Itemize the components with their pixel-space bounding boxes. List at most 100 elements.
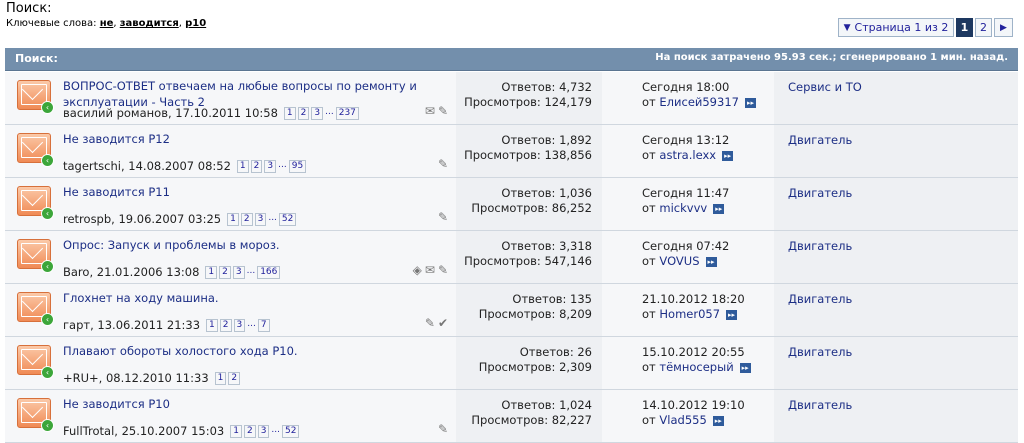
forum-link[interactable]: Сервис и ТО (788, 80, 862, 94)
views-count: Просмотров: 138,856 (464, 148, 592, 162)
forum-link[interactable]: Двигатель (788, 398, 852, 412)
go-to-last-post-icon[interactable]: ▸▸ (739, 362, 751, 373)
thread-meta: FullTrotal, 25.10.2007 15:03 1 2 3... 52 (63, 424, 300, 438)
mini-page-link[interactable]: 1 (283, 106, 296, 120)
mini-page-link[interactable]: 3 (264, 159, 277, 173)
go-to-first-unread-icon[interactable]: ‹ (41, 207, 54, 220)
page-menu-button[interactable]: ▼ Страница 1 из 2 (838, 18, 954, 37)
forum-link[interactable]: Двигатель (788, 239, 852, 253)
thread-title-cell: ‹ Не заводится Р12 tagertschi, 14.08.200… (5, 125, 456, 177)
page-button[interactable]: 2 (975, 18, 992, 37)
thread-page-links: 12 (214, 371, 241, 385)
mini-page-link[interactable]: 3 (311, 106, 324, 120)
go-to-first-unread-icon[interactable]: ‹ (41, 260, 54, 273)
thread-starter[interactable]: tagertschi, 14.08.2007 08:52 (63, 159, 231, 173)
pages-ellipsis: ... (268, 212, 277, 223)
mini-page-link[interactable]: 166 (257, 265, 281, 279)
last-post-user[interactable]: astra.lexx (659, 148, 716, 162)
last-post-cell: Сегодня 18:00 от Елисей59317 ▸▸ (602, 72, 774, 124)
mini-page-link[interactable]: 52 (282, 424, 300, 438)
last-post-user[interactable]: Homer057 (659, 307, 720, 321)
from-label: от (642, 148, 656, 162)
mini-page-link[interactable]: 1 (214, 371, 227, 385)
mini-page-link[interactable]: 237 (335, 106, 359, 120)
mini-page-link[interactable]: 2 (219, 318, 232, 332)
mini-page-link[interactable]: 2 (250, 159, 263, 173)
paperclip-icon: ✎ (437, 210, 448, 224)
check-icon: ✔ (437, 316, 448, 330)
thread-starter[interactable]: василий романов, 17.10.2011 10:58 (63, 106, 278, 120)
mini-page-link[interactable]: 52 (278, 212, 297, 226)
mini-page-link[interactable]: 95 (288, 159, 307, 173)
thread-title-link[interactable]: Глохнет на ходу машина. (63, 290, 443, 306)
mini-page-link[interactable]: 1 (230, 424, 242, 438)
last-post-user[interactable]: mickvvv (659, 201, 707, 215)
last-post-user[interactable]: VOVUS (659, 254, 699, 268)
forum-link[interactable]: Двигатель (788, 292, 852, 306)
thread-title-link[interactable]: Плавают обороты холостого хода Р10. (63, 343, 443, 359)
thread-list: ‹ ВОПРОС-ОТВЕТ отвечаем на любые вопросы… (5, 72, 1018, 443)
last-post-user[interactable]: тёмносерый (659, 360, 733, 374)
mini-page-link[interactable]: 7 (257, 318, 270, 332)
keyword-link[interactable]: p10 (185, 18, 206, 29)
mini-page-link[interactable]: 1 (205, 265, 218, 279)
thread-title-link[interactable]: Не заводится P11 (63, 184, 443, 200)
forum-link[interactable]: Двигатель (788, 133, 852, 147)
mini-page-link[interactable]: 3 (233, 318, 246, 332)
next-page-icon[interactable]: ▶ (994, 18, 1013, 37)
go-to-last-post-icon[interactable]: ▸▸ (712, 415, 724, 426)
go-to-first-unread-icon[interactable]: ‹ (41, 154, 54, 167)
tag-icon: ◈ (412, 263, 422, 277)
go-to-last-post-icon[interactable]: ▸▸ (726, 309, 738, 320)
thread-page-links: 1 2 3... 52 (230, 424, 300, 438)
thread-starter[interactable]: гарт, 13.06.2011 21:33 (63, 318, 200, 332)
go-to-first-unread-icon[interactable]: ‹ (41, 313, 54, 326)
keyword-link[interactable]: не (100, 18, 114, 29)
thread-row: ‹ Не заводится P11 retrospb, 19.06.2007 … (5, 178, 1018, 231)
mini-page-link[interactable]: 1 (206, 318, 218, 332)
go-to-last-post-icon[interactable]: ▸▸ (705, 256, 717, 267)
page-button-current[interactable]: 1 (956, 18, 973, 37)
mini-page-link[interactable]: 2 (240, 212, 253, 226)
mini-page-link[interactable]: 1 (227, 212, 239, 226)
from-label: от (642, 201, 656, 215)
thread-stats-cell: Ответов: 3,318 Просмотров: 547,146 (456, 231, 602, 283)
keyword-link[interactable]: заводится (120, 18, 179, 29)
mini-page-link[interactable]: 3 (254, 212, 267, 226)
last-post-user[interactable]: Елисей59317 (659, 95, 739, 109)
mini-page-link[interactable]: 3 (232, 265, 245, 279)
replies-count: Ответов: 26 (519, 345, 592, 359)
thread-title-link[interactable]: Опрос: Запуск и проблемы в мороз. (63, 237, 443, 253)
replies-count: Ответов: 135 (512, 292, 592, 306)
mini-page-link[interactable]: 1 (236, 159, 249, 173)
forum-link[interactable]: Двигатель (788, 345, 852, 359)
go-to-first-unread-icon[interactable]: ‹ (41, 366, 54, 379)
forum-link[interactable]: Двигатель (788, 186, 852, 200)
keywords-label: Ключевые слова: (6, 18, 97, 29)
go-to-last-post-icon[interactable]: ▸▸ (722, 150, 734, 161)
last-post-cell: Сегодня 11:47 от mickvvv ▸▸ (602, 178, 774, 230)
go-to-first-unread-icon[interactable]: ‹ (41, 101, 54, 114)
thread-starter[interactable]: FullTrotal, 25.10.2007 15:03 (63, 424, 224, 438)
thread-meta: Baro, 21.01.2006 13:08 1 2 3... 166 (63, 265, 281, 279)
thread-stats-cell: Ответов: 1,892 Просмотров: 138,856 (456, 125, 602, 177)
from-label: от (642, 95, 656, 109)
thread-title-link[interactable]: Не заводится Р12 (63, 131, 443, 147)
thread-starter[interactable]: retrospb, 19.06.2007 03:25 (63, 212, 221, 226)
thread-starter[interactable]: Baro, 21.01.2006 13:08 (63, 265, 199, 279)
go-to-last-post-icon[interactable]: ▸▸ (713, 203, 725, 214)
thread-row: ‹ Плавают обороты холостого хода Р10. +R… (5, 337, 1018, 390)
forum-cell: Двигатель (774, 390, 1018, 442)
paperclip-icon: ✎ (437, 157, 448, 171)
thread-title-link[interactable]: Не заводится P10 (63, 396, 443, 412)
last-post-time: 21.10.2012 18:20 (642, 292, 745, 306)
mini-page-link[interactable]: 2 (243, 424, 256, 438)
replies-count: Ответов: 1,892 (501, 133, 592, 147)
go-to-last-post-icon[interactable]: ▸▸ (744, 97, 756, 108)
thread-starter[interactable]: +RU+, 08.12.2010 11:33 (63, 371, 209, 385)
mini-page-link[interactable]: 2 (228, 371, 241, 385)
mini-page-link[interactable]: 2 (297, 106, 310, 120)
last-post-user[interactable]: Vlad555 (659, 413, 706, 427)
mini-page-link[interactable]: 2 (219, 265, 231, 279)
mini-page-link[interactable]: 3 (257, 424, 270, 438)
